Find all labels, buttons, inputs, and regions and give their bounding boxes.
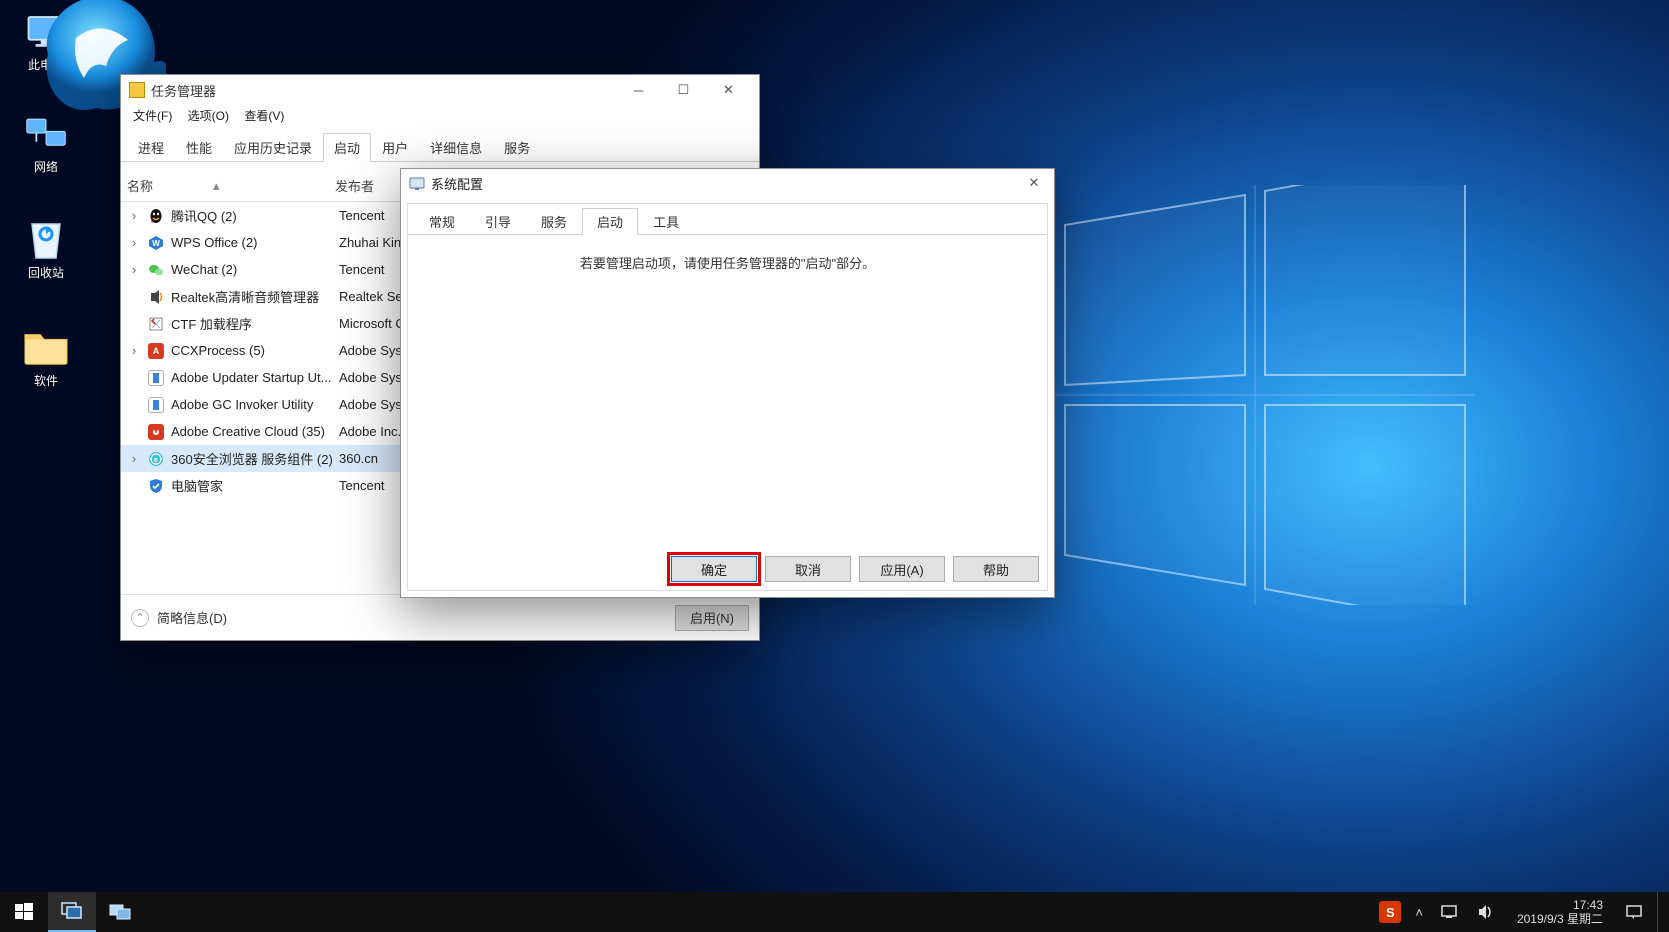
thispc-icon — [22, 10, 70, 52]
start-button[interactable] — [0, 892, 48, 932]
menu-file[interactable]: 文件(F) — [127, 105, 178, 126]
app-icon: A — [147, 342, 165, 360]
tab-general[interactable]: 常规 — [414, 208, 470, 235]
desktop-icon-label: 软件 — [8, 372, 84, 389]
minimize-button[interactable]: ─ — [616, 76, 661, 104]
task-manager-icon — [129, 82, 145, 98]
task-manager-titlebar[interactable]: 任务管理器 ─ ☐ ✕ — [121, 75, 759, 105]
row-name: WeChat (2) — [171, 262, 339, 277]
network-icon — [22, 112, 70, 154]
tab-tools[interactable]: 工具 — [638, 208, 694, 235]
tab-startup[interactable]: 启动 — [323, 133, 371, 162]
chevron-up-icon: ⌃ — [131, 609, 149, 627]
brief-info-toggle[interactable]: ⌃ 简略信息(D) — [131, 608, 227, 627]
tray-network-icon[interactable] — [1437, 892, 1463, 932]
expand-chevron-icon[interactable]: › — [127, 343, 141, 358]
expand-chevron-icon[interactable]: › — [127, 262, 141, 277]
tab-services[interactable]: 服务 — [493, 133, 541, 162]
app-icon — [147, 423, 165, 441]
row-name: Realtek高清晰音频管理器 — [171, 287, 339, 306]
taskbar-clock[interactable]: 17:43 2019/9/3 星期二 — [1509, 898, 1611, 926]
desktop-icon-label: 回收站 — [8, 264, 84, 281]
tab-boot[interactable]: 引导 — [470, 208, 526, 235]
row-name: Adobe Creative Cloud (35) — [171, 424, 339, 439]
apply-button[interactable]: 应用(A) — [859, 556, 945, 582]
taskbar-taskview[interactable] — [48, 892, 96, 932]
desktop-icon-software[interactable]: 软件 — [8, 326, 84, 389]
row-name: CTF 加载程序 — [171, 314, 339, 333]
tray-notifications-icon[interactable] — [1621, 892, 1647, 932]
menubar: 文件(F) 选项(O) 查看(V) — [121, 105, 759, 130]
window-title: 系统配置 — [431, 174, 483, 193]
app-icon — [147, 288, 165, 306]
row-name: Adobe GC Invoker Utility — [171, 397, 339, 412]
svg-text:e: e — [154, 457, 158, 464]
clock-time: 17:43 — [1517, 898, 1603, 912]
tab-apphistory[interactable]: 应用历史记录 — [223, 133, 323, 162]
cancel-button[interactable]: 取消 — [765, 556, 851, 582]
expand-chevron-icon[interactable]: › — [127, 235, 141, 250]
maximize-button[interactable]: ☐ — [661, 76, 706, 104]
button-row: 确定 取消 应用(A) 帮助 — [671, 556, 1039, 582]
expand-chevron-icon[interactable]: › — [127, 208, 141, 223]
row-name: 360安全浏览器 服务组件 (2) — [171, 449, 339, 468]
menu-options[interactable]: 选项(O) — [182, 105, 235, 126]
app-icon — [147, 396, 165, 414]
app-icon — [147, 207, 165, 225]
menu-view[interactable]: 查看(V) — [238, 105, 290, 126]
close-button[interactable]: ✕ — [706, 76, 751, 104]
tab-performance[interactable]: 性能 — [175, 133, 223, 162]
col-name[interactable]: 名称 — [127, 176, 153, 195]
tab-services[interactable]: 服务 — [526, 208, 582, 235]
help-button[interactable]: 帮助 — [953, 556, 1039, 582]
svg-text:W: W — [152, 239, 160, 248]
tab-users[interactable]: 用户 — [371, 133, 419, 162]
expand-chevron-icon[interactable]: › — [127, 451, 141, 466]
taskbar[interactable]: S ˄ 17:43 2019/9/3 星期二 — [0, 892, 1669, 932]
tab-startup[interactable]: 启动 — [582, 208, 638, 235]
app-icon — [147, 477, 165, 495]
enable-button[interactable]: 启用(N) — [675, 605, 749, 631]
system-tray: S ˄ 17:43 2019/9/3 星期二 — [1379, 892, 1669, 932]
row-name: Adobe Updater Startup Ut... — [171, 370, 339, 385]
startup-redirect-message: 若要管理启动项，请使用任务管理器的"启动"部分。 — [426, 253, 1029, 272]
desktop-icon-thispc[interactable]: 此电脑 — [8, 10, 84, 73]
desktop-icon-network[interactable]: 网络 — [8, 112, 84, 175]
desktop-icon-recyclebin[interactable]: 回收站 — [8, 218, 84, 281]
tray-ime-icon[interactable]: S — [1379, 901, 1401, 923]
tab-processes[interactable]: 进程 — [127, 133, 175, 162]
task-manager-footer: ⌃ 简略信息(D) 启用(N) — [121, 594, 759, 640]
ok-button[interactable]: 确定 — [671, 556, 757, 582]
recycle-icon — [22, 218, 70, 260]
tray-volume-icon[interactable] — [1473, 892, 1499, 932]
row-name: CCXProcess (5) — [171, 343, 339, 358]
row-name: 腾讯QQ (2) — [171, 206, 339, 225]
tab-details[interactable]: 详细信息 — [419, 133, 493, 162]
row-name: 电脑管家 — [171, 476, 339, 495]
desktop-icon-label: 此电脑 — [8, 56, 84, 73]
app-icon — [147, 369, 165, 387]
folder-icon — [22, 326, 70, 368]
window-title: 任务管理器 — [151, 81, 216, 100]
close-button[interactable]: ✕ — [1022, 173, 1046, 193]
tray-overflow-icon[interactable]: ˄ — [1411, 892, 1427, 932]
row-name: WPS Office (2) — [171, 235, 339, 250]
show-desktop-button[interactable] — [1657, 892, 1663, 932]
brief-label: 简略信息(D) — [157, 608, 227, 627]
app-icon: e — [147, 450, 165, 468]
windows-logo-backdrop — [1045, 185, 1475, 605]
msconfig-tabs: 常规 引导 服务 启动 工具 — [408, 204, 1047, 235]
app-icon: W — [147, 234, 165, 252]
app-icon — [147, 315, 165, 333]
taskbar-msconfig[interactable] — [96, 892, 144, 932]
clock-date: 2019/9/3 星期二 — [1517, 912, 1603, 926]
desktop-icon-label: 网络 — [8, 158, 84, 175]
app-icon — [147, 261, 165, 279]
msconfig-icon — [409, 175, 425, 191]
msconfig-window[interactable]: 系统配置 ✕ 常规 引导 服务 启动 工具 若要管理启动项，请使用任务管理器的"… — [400, 168, 1055, 598]
msconfig-titlebar[interactable]: 系统配置 ✕ — [401, 169, 1054, 197]
task-manager-tabs: 进程 性能 应用历史记录 启动 用户 详细信息 服务 — [121, 132, 759, 162]
